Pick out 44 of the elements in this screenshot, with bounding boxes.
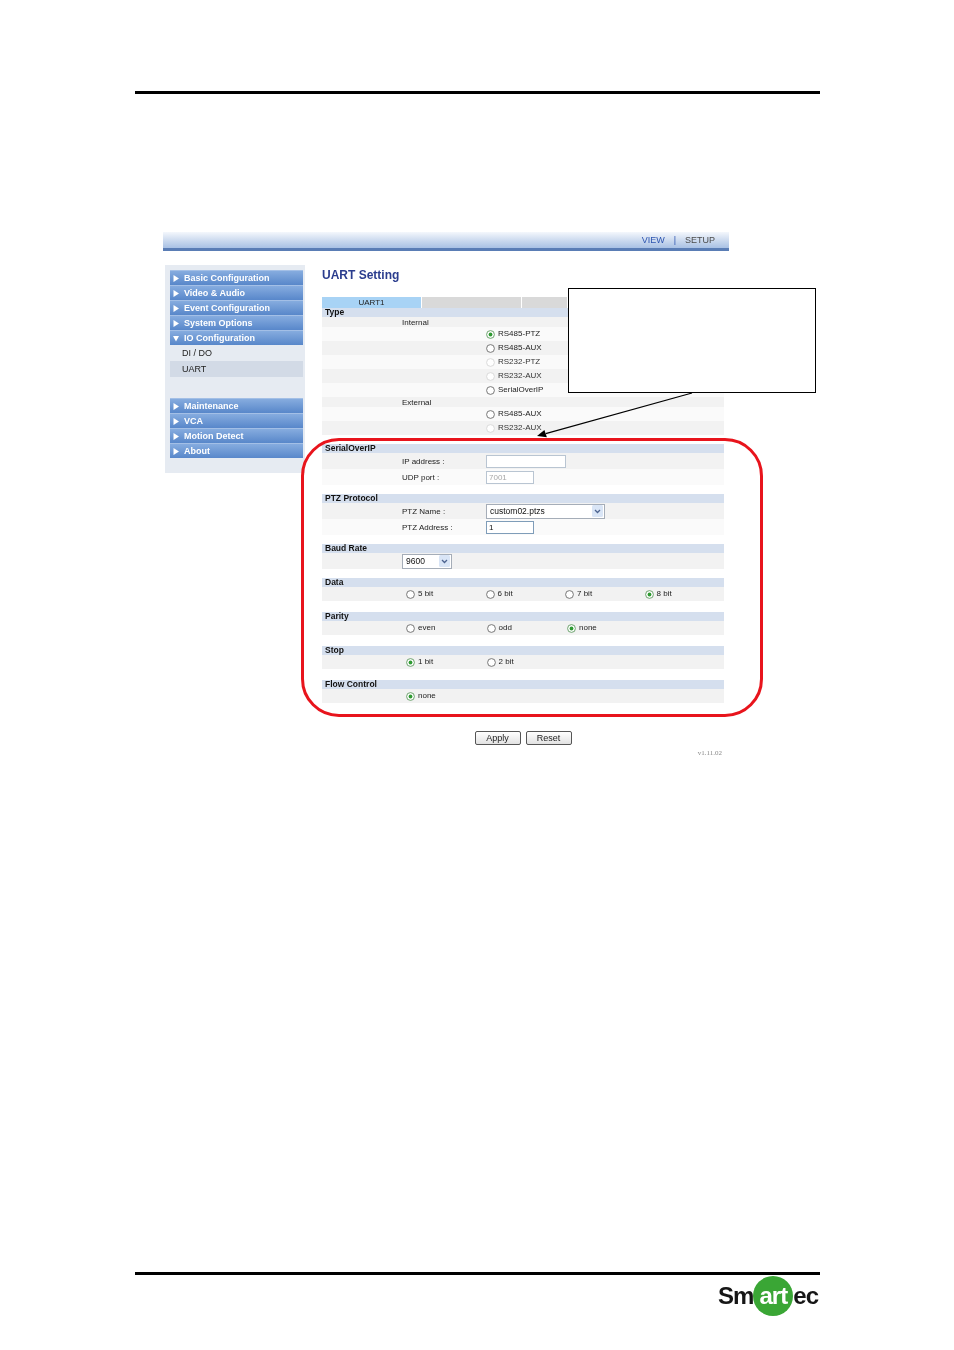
page-title: UART Setting [322,268,401,282]
radio-option[interactable]: none [567,623,648,633]
nav-link[interactable]: SETUP [685,234,715,246]
radio-option[interactable]: RS485-AUX [486,343,542,353]
apply-button[interactable]: Apply [474,731,521,745]
field-label: IP address : [402,456,446,466]
section-header: SerialOverIP [322,444,724,453]
section-header: Parity [322,612,724,621]
section-header: Data [322,578,724,587]
radio-option[interactable]: RS485-PTZ [486,329,541,339]
radio-option[interactable]: 7 bit [565,589,645,599]
input-field[interactable]: 1 [486,520,534,534]
radio-option[interactable]: 5 bit [406,589,486,599]
radio-option[interactable]: 1 bit [406,657,487,667]
section-header: Flow Control [322,680,724,689]
select-field[interactable]: custom02.ptzs [486,503,605,519]
tab[interactable] [422,297,521,308]
row-label: External [402,397,432,407]
radio-option[interactable]: RS485-AUX [486,409,542,419]
tab[interactable]: UART1 [322,297,421,308]
radio-option[interactable]: SerialOverIP [486,385,544,395]
chevron-down-icon [439,555,450,567]
field-label: PTZ Address : [402,522,454,532]
radio-option[interactable]: 2 bit [486,657,567,667]
field-label: UDP port : [402,472,441,482]
brand-logo: Sm art ec [717,1276,818,1316]
chevron-down-icon [592,505,603,517]
select-field[interactable]: 9600 [402,553,452,569]
radio-option[interactable]: none [406,691,487,701]
reset-button[interactable]: Reset [525,731,572,745]
section-header: Stop [322,646,724,655]
nav-link[interactable]: VIEW [641,234,665,246]
field-label: PTZ Name : [402,506,447,516]
nav-separator: | [673,234,676,246]
sidebar-sub-item[interactable]: DI / DO [170,345,303,361]
section-header: PTZ Protocol [322,494,724,503]
section-header: Baud Rate [322,544,724,553]
radio-option[interactable]: 6 bit [485,589,565,599]
row-label: Internal [402,317,429,327]
tab[interactable] [522,297,567,308]
radio-option[interactable]: 8 bit [644,589,724,599]
radio-option[interactable]: odd [486,623,567,633]
radio-option[interactable]: even [406,623,487,633]
sidebar-sub-item[interactable]: UART [170,361,303,377]
